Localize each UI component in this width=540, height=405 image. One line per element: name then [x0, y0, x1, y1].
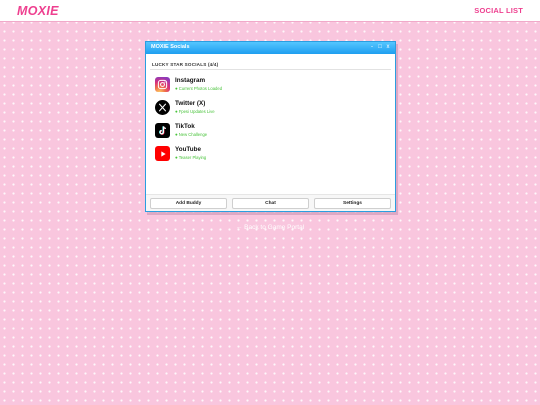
window-title: MOXIE Socials — [151, 44, 190, 50]
instagram-icon — [155, 77, 170, 92]
social-status-text: Current Photos Loaded — [178, 86, 223, 91]
social-status-text: Fpesi Updates Live — [178, 109, 215, 114]
window-footer: Add Buddy Chat Settings — [146, 194, 395, 211]
list-item-instagram[interactable]: Instagram ●Current Photos Loaded — [154, 76, 389, 99]
list-item-twitter[interactable]: Twitter (X) ●Fpesi Updates Live — [154, 99, 389, 122]
chat-button[interactable]: Chat — [232, 198, 309, 209]
youtube-icon — [155, 146, 170, 161]
top-nav-bar: MOXIE SOCIAL LIST — [0, 0, 540, 22]
section-divider — [150, 69, 391, 70]
social-name: TikTok — [175, 123, 195, 130]
section-heading: LUCKY STAR SOCIALS (4/4) — [152, 62, 219, 67]
social-status-text: Teaser Playing — [178, 155, 207, 160]
social-status: ●New Challenge — [175, 132, 208, 137]
add-buddy-button[interactable]: Add Buddy — [150, 198, 227, 209]
tiktok-icon — [155, 123, 170, 138]
settings-button[interactable]: Settings — [314, 198, 391, 209]
social-name: YouTube — [175, 146, 201, 153]
socials-window: MOXIE Socials - □ x LUCKY STAR SOCIALS (… — [145, 41, 396, 212]
minimize-icon[interactable]: - — [369, 43, 375, 51]
social-status-text: New Challenge — [178, 132, 208, 137]
list-item-tiktok[interactable]: TikTok ●New Challenge — [154, 122, 389, 145]
social-status: ●Fpesi Updates Live — [175, 109, 215, 114]
social-name: Instagram — [175, 77, 206, 84]
social-name: Twitter (X) — [175, 100, 206, 107]
socials-list: Instagram ●Current Photos Loaded Twitter… — [154, 76, 389, 168]
maximize-icon[interactable]: □ — [377, 43, 383, 51]
social-status: ●Current Photos Loaded — [175, 86, 223, 91]
window-titlebar[interactable]: MOXIE Socials - □ x — [146, 42, 395, 54]
close-icon[interactable]: x — [385, 43, 391, 51]
social-status: ●Teaser Playing — [175, 155, 207, 160]
brand-logo[interactable]: MOXIE — [17, 4, 59, 18]
nav-link-social-list[interactable]: SOCIAL LIST — [474, 6, 523, 15]
x-twitter-icon — [155, 100, 170, 115]
window-controls: - □ x — [369, 43, 391, 51]
back-to-game-portal-link[interactable]: ← Back to Game Portal — [0, 224, 540, 231]
list-item-youtube[interactable]: YouTube ●Teaser Playing — [154, 145, 389, 168]
